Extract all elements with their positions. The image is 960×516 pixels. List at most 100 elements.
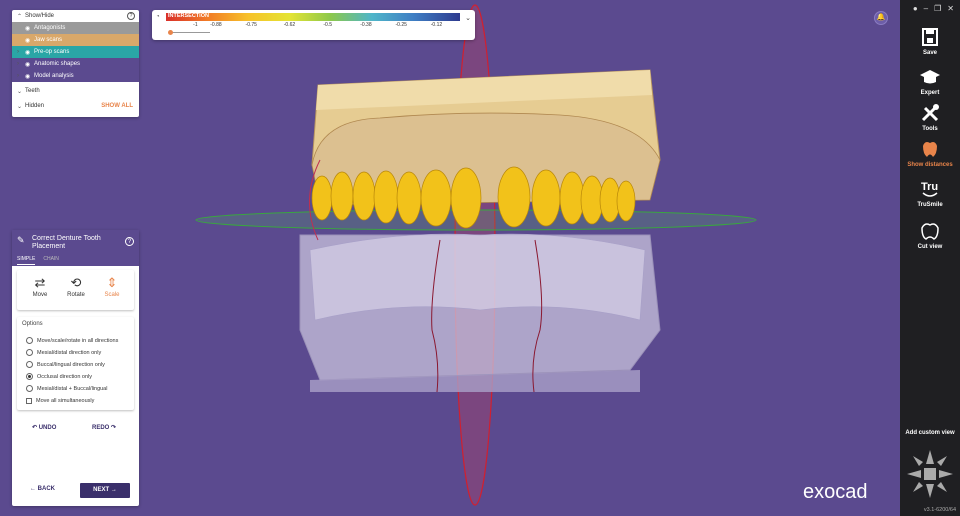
- radio-button[interactable]: [26, 337, 33, 344]
- show-hide-title: Show/Hide: [25, 13, 55, 19]
- teeth-label: Teeth: [25, 88, 40, 94]
- layer-jaw-scans[interactable]: ◉ Jaw scans: [12, 34, 139, 46]
- tick-label: -0.12: [430, 22, 443, 28]
- chevron-right-icon[interactable]: ›: [17, 49, 25, 55]
- threshold-slider-handle[interactable]: [168, 30, 173, 35]
- distances-icon: [923, 142, 937, 157]
- wizard-header: ✎ Correct Denture Tooth Placement ? SIMP…: [12, 230, 139, 266]
- eye-icon[interactable]: ◉: [25, 49, 34, 56]
- scale-arrows-icon: ⇕: [106, 275, 118, 290]
- layer-label: Pre-op scans: [34, 49, 70, 55]
- graduation-cap-icon: [920, 70, 940, 84]
- show-all-button[interactable]: SHOW ALL: [101, 103, 133, 109]
- radio-button[interactable]: [26, 385, 33, 392]
- version-label: v3.1-6200/64: [923, 507, 956, 513]
- next-button[interactable]: NEXT →: [80, 483, 130, 498]
- tick-label: -0.5: [323, 22, 332, 28]
- eye-icon[interactable]: ◉: [25, 25, 34, 32]
- gauge-icon[interactable]: ◔: [156, 14, 160, 20]
- show-hide-panel: ⌃ Show/Hide ? ◉ Antagonists ◉ Jaw scans …: [12, 10, 139, 117]
- help-icon[interactable]: ?: [127, 12, 135, 20]
- add-custom-view-button[interactable]: Add custom view: [900, 430, 960, 436]
- minimize-icon[interactable]: –: [924, 4, 928, 13]
- mode-label: Rotate: [67, 292, 85, 298]
- layer-anatomic-shapes[interactable]: › ◉ Anatomic shapes: [12, 58, 139, 70]
- layer-label: Antagonists: [34, 25, 66, 31]
- show-distances-button[interactable]: Show distances: [900, 138, 960, 168]
- legend-title: INTERSECTION: [168, 13, 209, 19]
- options-group: Options Move/scale/rotate in all directi…: [17, 317, 134, 410]
- intersection-legend: ◔ INTERSECTION -1 -0.88 -0.75 -0.62 -0.5…: [152, 10, 475, 40]
- radio-button[interactable]: [26, 361, 33, 368]
- next-label: NEXT: [93, 487, 110, 493]
- rotate-mode-button[interactable]: ⟲ Rotate: [61, 274, 91, 298]
- tools-button[interactable]: Tools: [900, 102, 960, 132]
- layer-pre-op-scans[interactable]: › ◉ Pre-op scans: [12, 46, 139, 58]
- undo-icon: ↶: [32, 425, 39, 431]
- help-icon[interactable]: ?: [125, 237, 134, 246]
- mode-label: Scale: [104, 292, 120, 298]
- save-label: Save: [922, 50, 937, 56]
- show-hide-header[interactable]: ⌃ Show/Hide ?: [12, 10, 139, 22]
- option-label: Mesial/distal direction only: [37, 349, 102, 356]
- chevron-right-icon[interactable]: ›: [17, 73, 25, 79]
- layer-label: Anatomic shapes: [34, 61, 81, 67]
- layer-antagonists[interactable]: ◉ Antagonists: [12, 22, 139, 34]
- move-arrows-icon: ⇄: [34, 275, 46, 290]
- cut-view-icon: [921, 223, 939, 240]
- tools-label: Tools: [922, 126, 938, 132]
- arrow-left-icon: ←: [30, 486, 38, 492]
- scale-mode-button[interactable]: ⇕ Scale: [97, 274, 127, 298]
- maximize-icon[interactable]: ❐: [934, 4, 941, 13]
- color-gradient: [166, 13, 460, 21]
- redo-label: REDO: [92, 425, 110, 431]
- chevron-down-icon: ⌄: [17, 103, 23, 110]
- undo-button[interactable]: ↶ UNDO: [32, 424, 56, 431]
- layer-model-analysis[interactable]: › ◉ Model analysis: [12, 70, 139, 82]
- save-button[interactable]: Save: [900, 26, 960, 56]
- radio-button-selected[interactable]: [26, 373, 33, 380]
- option-buccal-lingual[interactable]: Buccal/lingual direction only: [26, 361, 105, 368]
- chevron-down-icon[interactable]: ⌄: [465, 14, 471, 22]
- close-icon[interactable]: ✕: [947, 4, 954, 13]
- option-all-directions[interactable]: Move/scale/rotate in all directions: [26, 337, 118, 344]
- redo-button[interactable]: REDO ↷: [92, 424, 116, 431]
- threshold-slider-track[interactable]: [170, 32, 210, 33]
- tab-chain[interactable]: CHAIN: [43, 256, 59, 265]
- eye-icon[interactable]: ◉: [25, 61, 34, 68]
- tick-label: -0.62: [283, 22, 296, 28]
- tab-simple[interactable]: SIMPLE: [17, 256, 36, 265]
- move-mode-button[interactable]: ⇄ Move: [25, 274, 55, 298]
- option-label: Buccal/lingual direction only: [37, 361, 105, 368]
- cut-view-label: Cut view: [917, 244, 943, 250]
- move-all-simultaneously[interactable]: Move all simultaneously: [26, 398, 94, 404]
- redo-icon: ↷: [109, 425, 117, 431]
- radio-button[interactable]: [26, 349, 33, 356]
- option-occlusal[interactable]: Occlusal direction only: [26, 373, 92, 380]
- tick-label: -1: [193, 22, 198, 28]
- mode-selector: ⇄ Move ⟲ Rotate ⇕ Scale: [17, 270, 134, 310]
- checkbox-label: Move all simultaneously: [36, 398, 95, 404]
- chevron-right-icon[interactable]: ›: [17, 61, 25, 67]
- option-mesial-distal[interactable]: Mesial/distal direction only: [26, 349, 101, 356]
- expert-label: Expert: [920, 90, 940, 96]
- eye-icon[interactable]: ◉: [25, 73, 34, 80]
- layer-label: Model analysis: [34, 73, 74, 79]
- view-navigation-cube[interactable]: [905, 448, 955, 500]
- trusmile-button[interactable]: Tru TruSmile: [900, 178, 960, 208]
- cut-view-button[interactable]: Cut view: [900, 220, 960, 250]
- hidden-group[interactable]: ⌄ Hidden SHOW ALL: [12, 100, 139, 112]
- option-mesial-distal-buccal-lingual[interactable]: Mesial/distal + Buccal/lingual: [26, 385, 107, 392]
- magic-wand-icon: ✎: [17, 235, 25, 245]
- notification-bell-icon[interactable]: 🔔: [874, 11, 888, 25]
- back-button[interactable]: ← BACK: [30, 486, 55, 492]
- checkbox[interactable]: [26, 398, 32, 404]
- teeth-group[interactable]: ⌄ Teeth: [12, 85, 139, 97]
- chevron-down-icon: ⌄: [17, 88, 23, 95]
- expert-button[interactable]: Expert: [900, 66, 960, 96]
- option-label: Move/scale/rotate in all directions: [37, 337, 119, 344]
- show-distances-label: Show distances: [907, 162, 953, 168]
- user-icon[interactable]: ●: [913, 4, 918, 13]
- eye-icon[interactable]: ◉: [25, 37, 34, 44]
- option-label: Occlusal direction only: [37, 373, 93, 380]
